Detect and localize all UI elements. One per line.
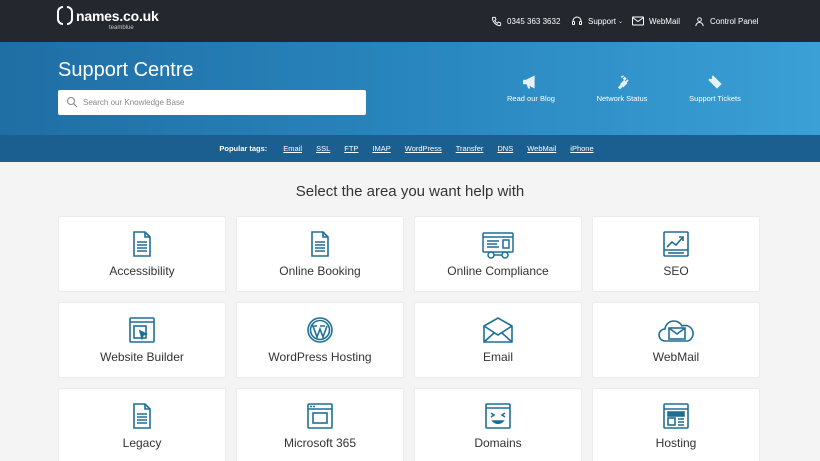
phone-icon (491, 16, 502, 26)
card-domains[interactable]: Domains (414, 388, 582, 461)
card-label: Email (482, 350, 513, 364)
megaphone-icon (523, 75, 535, 89)
card-label: Accessibility (109, 264, 175, 278)
wordpress-icon (307, 317, 333, 343)
search-box[interactable] (58, 90, 366, 115)
compliance-icon (482, 232, 514, 259)
nav-control-panel-label: Control Panel (710, 16, 759, 26)
card-seo[interactable]: SEO (592, 216, 760, 292)
support-tickets-link[interactable]: Support Tickets (670, 74, 760, 103)
card-website-builder[interactable]: Website Builder (58, 302, 226, 378)
tag-webmail[interactable]: WebMail (527, 144, 556, 153)
tag-iphone[interactable]: iPhone (570, 144, 593, 153)
document-icon (311, 231, 329, 257)
card-label: SEO (663, 264, 689, 278)
card-label: WebMail (652, 350, 700, 364)
seo-chart-icon (663, 231, 689, 257)
tag-dns[interactable]: DNS (497, 144, 513, 153)
card-microsoft-365[interactable]: Microsoft 365 (236, 388, 404, 461)
tag-email[interactable]: Email (283, 144, 302, 153)
help-area-grid: Accessibility Online Booking Online Comp… (58, 216, 762, 461)
plug-icon (618, 75, 629, 90)
card-label: Legacy (122, 436, 162, 450)
logo-bracket-right (67, 6, 73, 25)
logo-bracket-left (57, 6, 63, 25)
ticket-icon (708, 75, 722, 89)
card-label: Online Booking (279, 264, 361, 278)
brand-name: names.co.uk (76, 8, 159, 24)
card-online-booking[interactable]: Online Booking (236, 216, 404, 292)
brand-sub: teamblue (109, 25, 134, 31)
card-label: Domains (474, 436, 522, 450)
card-label: Hosting (655, 436, 697, 450)
nav-phone[interactable]: 0345 363 3632 (491, 14, 560, 28)
envelope-icon (483, 317, 513, 343)
card-wordpress-hosting[interactable]: WordPress Hosting (236, 302, 404, 378)
webmail-cloud-icon (658, 320, 694, 342)
network-status-label: Network Status (596, 94, 648, 103)
card-label: Website Builder (100, 350, 184, 364)
nav-phone-label: 0345 363 3632 (507, 16, 561, 26)
tag-wordpress[interactable]: WordPress (405, 144, 442, 153)
top-bar: names.co.uk teamblue 0345 363 3632 Suppo… (0, 0, 820, 42)
document-icon (133, 403, 151, 429)
card-label: WordPress Hosting (268, 350, 372, 364)
page-title: Support Centre (58, 59, 194, 81)
domain-face-icon (485, 403, 511, 429)
nav-webmail[interactable]: WebMail (632, 14, 680, 28)
user-icon (695, 16, 704, 26)
card-accessibility[interactable]: Accessibility (58, 216, 226, 292)
support-tickets-label: Support Tickets (689, 94, 741, 103)
popular-tags-label: Popular tags: (219, 144, 268, 153)
hosting-layout-icon (663, 403, 689, 429)
card-hosting[interactable]: Hosting (592, 388, 760, 461)
card-webmail[interactable]: WebMail (592, 302, 760, 378)
network-status-link[interactable]: Network Status (577, 74, 667, 103)
popular-tags-bar: Popular tags: Email SSL FTP IMAP WordPre… (0, 135, 820, 162)
chevron-down-icon: ⌄ (618, 18, 624, 25)
blog-link-label: Read our Blog (507, 94, 555, 103)
nav-support[interactable]: Support ⌄ (571, 14, 623, 28)
mail-icon (632, 16, 644, 26)
card-online-compliance[interactable]: Online Compliance (414, 216, 582, 292)
tag-imap[interactable]: IMAP (372, 144, 390, 153)
nav-webmail-label: WebMail (649, 16, 680, 26)
tag-transfer[interactable]: Transfer (456, 144, 484, 153)
card-legacy[interactable]: Legacy (58, 388, 226, 461)
hero-banner: Support Centre Read our Blog Network Sta… (0, 42, 820, 135)
headset-icon (572, 16, 582, 25)
document-icon (133, 231, 151, 257)
nav-support-label: Support (588, 16, 617, 26)
card-email[interactable]: Email (414, 302, 582, 378)
section-title: Select the area you want help with (295, 183, 525, 200)
blog-link[interactable]: Read our Blog (486, 74, 576, 103)
search-input[interactable] (83, 94, 358, 111)
browser-window-icon (307, 403, 333, 429)
search-icon (66, 96, 78, 108)
tag-ftp[interactable]: FTP (344, 144, 358, 153)
website-builder-icon (129, 317, 155, 343)
nav-control-panel[interactable]: Control Panel (694, 14, 758, 28)
card-label: Online Compliance (447, 264, 549, 278)
tag-ssl[interactable]: SSL (316, 144, 330, 153)
card-label: Microsoft 365 (283, 436, 357, 450)
